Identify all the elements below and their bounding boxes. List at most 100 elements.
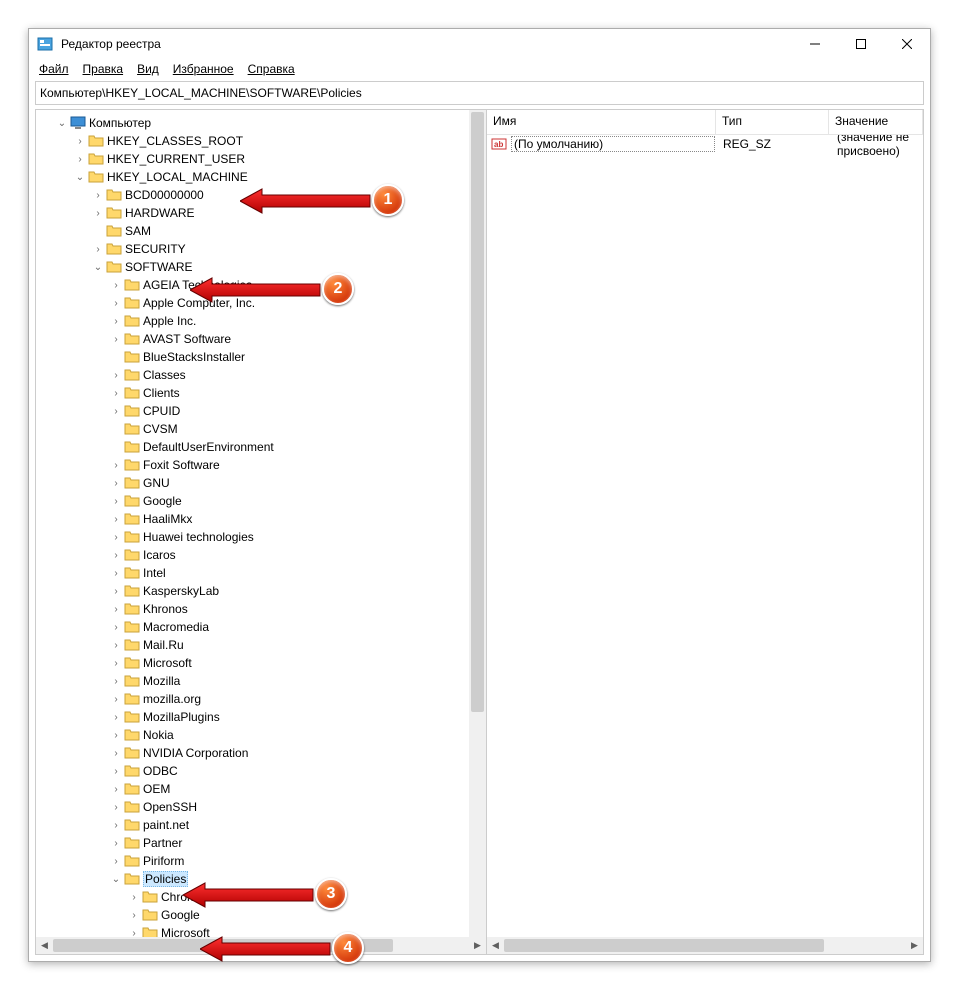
tree-node[interactable]: ›KasperskyLab (36, 582, 486, 600)
expand-chevron-icon[interactable]: › (108, 496, 124, 507)
expand-chevron-icon[interactable]: › (108, 388, 124, 399)
expand-chevron-icon[interactable]: › (108, 784, 124, 795)
expand-chevron-icon[interactable]: › (108, 766, 124, 777)
tree-node[interactable]: ⌄Policies (36, 870, 486, 888)
expand-chevron-icon[interactable]: › (108, 568, 124, 579)
menu-favorites[interactable]: Избранное (167, 60, 240, 78)
tree-node[interactable]: ›OEM (36, 780, 486, 798)
expand-chevron-icon[interactable]: › (90, 244, 106, 255)
tree-node[interactable]: ›SECURITY (36, 240, 486, 258)
expand-chevron-icon[interactable]: › (108, 298, 124, 309)
tree-node[interactable]: ›Classes (36, 366, 486, 384)
tree-node[interactable]: ›GNU (36, 474, 486, 492)
col-value[interactable]: Значение (829, 110, 923, 134)
expand-chevron-icon[interactable]: › (108, 658, 124, 669)
expand-chevron-icon[interactable]: › (108, 586, 124, 597)
scroll-left-icon[interactable]: ◀ (487, 937, 504, 954)
close-button[interactable] (884, 29, 930, 59)
tree-node[interactable]: ›Apple Computer, Inc. (36, 294, 486, 312)
expand-chevron-icon[interactable]: › (108, 730, 124, 741)
expand-chevron-icon[interactable]: › (108, 280, 124, 291)
expand-chevron-icon[interactable]: › (108, 334, 124, 345)
menu-file[interactable]: Файл (33, 60, 75, 78)
tree-node[interactable]: ›HaaliMkx (36, 510, 486, 528)
tree-node[interactable]: ›AVAST Software (36, 330, 486, 348)
address-bar[interactable]: Компьютер\HKEY_LOCAL_MACHINE\SOFTWARE\Po… (35, 81, 924, 105)
list-item[interactable]: ab (По умолчанию) REG_SZ (значение не пр… (487, 135, 923, 153)
expand-chevron-icon[interactable]: › (108, 622, 124, 633)
tree-node[interactable]: ›NVIDIA Corporation (36, 744, 486, 762)
expand-chevron-icon[interactable]: › (108, 604, 124, 615)
expand-chevron-icon[interactable]: ⌄ (54, 118, 70, 129)
expand-chevron-icon[interactable]: › (108, 478, 124, 489)
tree-node[interactable]: ›mozilla.org (36, 690, 486, 708)
tree-node[interactable]: ›Partner (36, 834, 486, 852)
expand-chevron-icon[interactable]: ⌄ (72, 172, 88, 183)
tree-node[interactable]: ›AGEIA Technologies (36, 276, 486, 294)
maximize-button[interactable] (838, 29, 884, 59)
expand-chevron-icon[interactable]: › (108, 676, 124, 687)
col-type[interactable]: Тип (716, 110, 829, 134)
tree-node[interactable]: ›CPUID (36, 402, 486, 420)
tree-node[interactable]: ›Khronos (36, 600, 486, 618)
expand-chevron-icon[interactable]: ⌄ (108, 874, 124, 885)
tree-node[interactable]: DefaultUserEnvironment (36, 438, 486, 456)
expand-chevron-icon[interactable]: › (126, 910, 142, 921)
tree-node[interactable]: ›Google (36, 492, 486, 510)
tree-node[interactable]: ›Icaros (36, 546, 486, 564)
tree-node[interactable]: ›paint.net (36, 816, 486, 834)
tree-node[interactable]: ›Piriform (36, 852, 486, 870)
tree-node[interactable]: ›MozillaPlugins (36, 708, 486, 726)
tree-node[interactable]: ›Apple Inc. (36, 312, 486, 330)
tree-node[interactable]: ›Foxit Software (36, 456, 486, 474)
menu-help[interactable]: Справка (242, 60, 301, 78)
tree-node[interactable]: ⌄Компьютер (36, 114, 486, 132)
tree-node[interactable]: CVSM (36, 420, 486, 438)
expand-chevron-icon[interactable]: › (108, 748, 124, 759)
expand-chevron-icon[interactable]: › (90, 190, 106, 201)
scroll-right-icon[interactable]: ▶ (469, 937, 486, 954)
expand-chevron-icon[interactable]: › (108, 838, 124, 849)
tree-node[interactable]: ›Intel (36, 564, 486, 582)
tree-node[interactable]: ›HKEY_CLASSES_ROOT (36, 132, 486, 150)
expand-chevron-icon[interactable]: › (108, 514, 124, 525)
expand-chevron-icon[interactable]: › (108, 802, 124, 813)
tree-hscroll[interactable]: ◀ ▶ (36, 937, 486, 954)
expand-chevron-icon[interactable]: › (108, 370, 124, 381)
expand-chevron-icon[interactable]: › (108, 550, 124, 561)
scroll-left-icon[interactable]: ◀ (36, 937, 53, 954)
col-name[interactable]: Имя (487, 110, 716, 134)
expand-chevron-icon[interactable]: › (126, 892, 142, 903)
expand-chevron-icon[interactable]: › (108, 856, 124, 867)
tree-node[interactable]: ›Microsoft (36, 654, 486, 672)
tree-node[interactable]: SAM (36, 222, 486, 240)
expand-chevron-icon[interactable]: › (108, 406, 124, 417)
tree-node[interactable]: ›Clients (36, 384, 486, 402)
expand-chevron-icon[interactable]: › (108, 820, 124, 831)
tree-node[interactable]: ⌄HKEY_LOCAL_MACHINE (36, 168, 486, 186)
tree-node[interactable]: ›Google (36, 906, 486, 924)
tree-node[interactable]: BlueStacksInstaller (36, 348, 486, 366)
tree-node[interactable]: ›Chromium (36, 888, 486, 906)
tree-node[interactable]: ›Nokia (36, 726, 486, 744)
tree-node[interactable]: ›ODBC (36, 762, 486, 780)
expand-chevron-icon[interactable]: › (108, 460, 124, 471)
tree-node[interactable]: ›Mail.Ru (36, 636, 486, 654)
tree-node[interactable]: ›Mozilla (36, 672, 486, 690)
expand-chevron-icon[interactable]: › (72, 154, 88, 165)
expand-chevron-icon[interactable]: › (72, 136, 88, 147)
menu-edit[interactable]: Правка (77, 60, 130, 78)
tree-node[interactable]: ›Huawei technologies (36, 528, 486, 546)
tree-node[interactable]: ›HKEY_CURRENT_USER (36, 150, 486, 168)
expand-chevron-icon[interactable]: › (108, 712, 124, 723)
expand-chevron-icon[interactable]: › (108, 640, 124, 651)
expand-chevron-icon[interactable]: › (108, 532, 124, 543)
tree-node[interactable]: ›BCD00000000 (36, 186, 486, 204)
values-hscroll[interactable]: ◀ ▶ (487, 937, 923, 954)
scroll-right-icon[interactable]: ▶ (906, 937, 923, 954)
minimize-button[interactable] (792, 29, 838, 59)
tree-node[interactable]: ›OpenSSH (36, 798, 486, 816)
tree-node[interactable]: ⌄SOFTWARE (36, 258, 486, 276)
expand-chevron-icon[interactable]: › (108, 316, 124, 327)
tree-node[interactable]: ›Macromedia (36, 618, 486, 636)
